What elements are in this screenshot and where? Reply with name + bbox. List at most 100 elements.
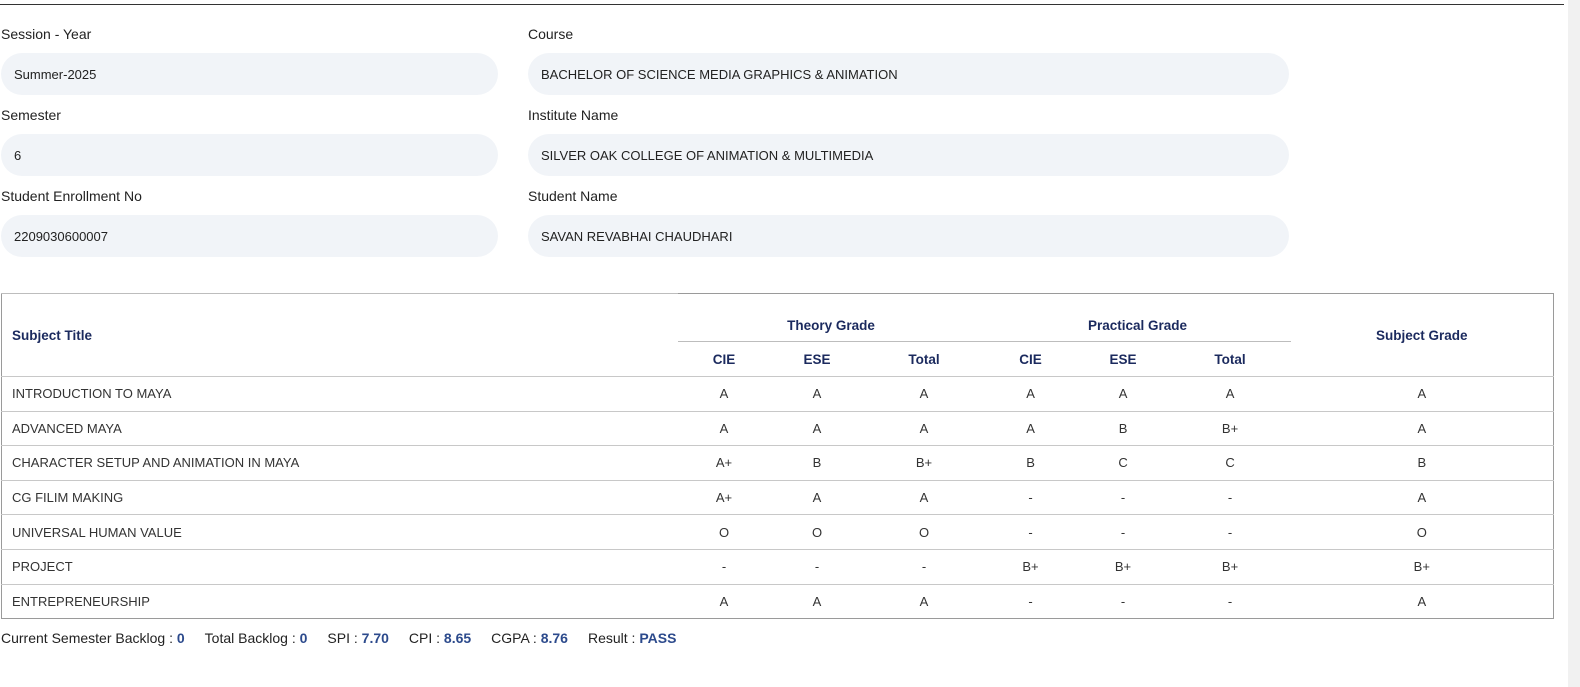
theory-ese-cell: A: [770, 410, 864, 446]
practical-ese-cell: -: [1076, 583, 1170, 619]
cgpa-label: CGPA :: [491, 630, 537, 646]
student-name-label: Student Name: [528, 188, 618, 204]
theory-cie-cell: O: [677, 514, 771, 550]
header-theory-total: Total: [908, 351, 940, 367]
cgpa-value: 8.76: [540, 630, 568, 646]
theory-total-cell: O: [863, 514, 985, 550]
course-field[interactable]: BACHELOR OF SCIENCE MEDIA GRAPHICS & ANI…: [528, 53, 1289, 95]
current-backlog-label: Current Semester Backlog :: [1, 630, 173, 646]
cpi-value: 8.65: [443, 630, 472, 646]
theory-total-cell: A: [863, 583, 985, 619]
table-row: CHARACTER SETUP AND ANIMATION IN MAYA A+…: [1, 445, 1554, 481]
practical-total-cell: A: [1169, 376, 1291, 412]
course-label: Course: [528, 26, 574, 42]
practical-ese-cell: C: [1076, 445, 1170, 481]
current-backlog: Current Semester Backlog : 0: [1, 630, 185, 646]
enrollment-field[interactable]: 2209030600007: [1, 215, 498, 257]
cpi-label: CPI :: [408, 630, 441, 646]
theory-ese-cell: A: [770, 479, 864, 515]
session-year-label: Session - Year: [1, 26, 92, 42]
theory-total-cell: -: [863, 548, 985, 585]
header-subject-grade: Subject Grade: [1376, 327, 1468, 343]
table-row: CG FILIM MAKING A+ A A - - - A: [1, 479, 1554, 515]
theory-total-cell: A: [863, 410, 985, 446]
subject-title-cell: ENTREPRENEURSHIP: [1, 583, 678, 619]
header-practical-grade: Practical Grade: [984, 293, 1291, 342]
practical-total-cell: -: [1169, 479, 1291, 515]
practical-total-cell: B+: [1169, 548, 1291, 585]
subject-title-cell: UNIVERSAL HUMAN VALUE: [1, 514, 678, 550]
total-backlog: Total Backlog : 0: [205, 630, 308, 646]
table-row: ADVANCED MAYA A A A A B B+ A: [1, 410, 1554, 446]
table-row: INTRODUCTION TO MAYA A A A A A A A: [1, 376, 1554, 412]
enrollment-label: Student Enrollment No: [1, 188, 142, 204]
theory-total-cell: A: [863, 479, 985, 515]
total-backlog-value: 0: [299, 630, 308, 646]
theory-cie-cell: A: [677, 410, 771, 446]
subject-title-cell: CHARACTER SETUP AND ANIMATION IN MAYA: [1, 445, 678, 481]
result-summary: Current Semester Backlog : 0 Total Backl…: [1, 630, 696, 646]
subject-title-cell: INTRODUCTION TO MAYA: [1, 376, 678, 412]
theory-total-cell: B+: [863, 445, 985, 481]
practical-cie-cell: -: [984, 514, 1077, 550]
subject-grade-cell: A: [1290, 479, 1554, 515]
subject-grade-cell: A: [1290, 376, 1554, 412]
grade-table: Subject Title Theory Grade Practical Gra…: [1, 293, 1555, 620]
practical-cie-cell: B+: [984, 548, 1077, 585]
practical-cie-cell: A: [984, 410, 1077, 446]
practical-ese-cell: A: [1076, 376, 1170, 412]
theory-cie-cell: -: [677, 548, 771, 585]
result-label: Result :: [587, 630, 636, 646]
header-practical-cie: CIE: [1019, 351, 1042, 367]
table-row: UNIVERSAL HUMAN VALUE O O O - - - O: [1, 514, 1554, 550]
header-practical-ese: ESE: [1109, 351, 1137, 367]
header-theory-ese: ESE: [803, 351, 831, 367]
subject-grade-cell: A: [1290, 410, 1554, 446]
student-name-field[interactable]: SAVAN REVABHAI CHAUDHARI: [528, 215, 1289, 257]
subject-grade-cell: A: [1290, 583, 1554, 619]
practical-total-cell: -: [1169, 583, 1291, 619]
theory-cie-cell: A+: [677, 445, 771, 481]
cgpa: CGPA : 8.76: [491, 630, 568, 646]
cpi: CPI : 8.65: [409, 630, 471, 646]
theory-cie-cell: A: [677, 583, 771, 619]
institute-label: Institute Name: [528, 107, 619, 123]
semester-value: 6: [14, 147, 22, 163]
total-backlog-label: Total Backlog :: [204, 630, 296, 646]
institute-value: SILVER OAK COLLEGE OF ANIMATION & MULTIM…: [541, 147, 874, 163]
scrollbar[interactable]: [1568, 0, 1580, 687]
header-theory-grade: Theory Grade: [677, 293, 985, 342]
theory-cie-cell: A: [677, 376, 771, 412]
table-row: PROJECT - - - B+ B+ B+ B+: [1, 548, 1554, 585]
top-divider: [0, 4, 1564, 5]
header-theory-cie: CIE: [712, 351, 736, 367]
practical-ese-cell: -: [1076, 514, 1170, 550]
practical-ese-cell: B: [1076, 410, 1170, 446]
subject-title-cell: ADVANCED MAYA: [1, 410, 678, 446]
subject-title-cell: PROJECT: [1, 548, 678, 585]
current-backlog-value: 0: [176, 630, 185, 646]
subject-grade-cell: B: [1290, 445, 1554, 481]
institute-field[interactable]: SILVER OAK COLLEGE OF ANIMATION & MULTIM…: [528, 134, 1289, 176]
header-practical-total: Total: [1214, 351, 1246, 367]
theory-cie-cell: A+: [677, 479, 771, 515]
practical-total-cell: C: [1169, 445, 1291, 481]
subject-grade-cell: B+: [1290, 548, 1554, 585]
semester-field[interactable]: 6: [1, 134, 498, 176]
practical-ese-cell: -: [1076, 479, 1170, 515]
spi-value: 7.70: [361, 630, 389, 646]
header-subject-title: Subject Title: [1, 293, 678, 377]
result: Result : PASS: [588, 630, 676, 646]
theory-ese-cell: A: [770, 583, 864, 619]
practical-ese-cell: B+: [1076, 548, 1170, 585]
theory-ese-cell: B: [770, 445, 864, 481]
practical-cie-cell: B: [984, 445, 1077, 481]
spi-label: SPI :: [327, 630, 358, 646]
table-row: ENTREPRENEURSHIP A A A - - - A: [1, 583, 1554, 619]
session-year-field[interactable]: Summer-2025: [1, 53, 498, 95]
result-value: PASS: [639, 630, 677, 646]
subject-grade-cell: O: [1290, 514, 1554, 550]
session-year-value: Summer-2025: [14, 66, 97, 82]
theory-total-cell: A: [863, 376, 985, 412]
course-value: BACHELOR OF SCIENCE MEDIA GRAPHICS & ANI…: [541, 66, 898, 82]
